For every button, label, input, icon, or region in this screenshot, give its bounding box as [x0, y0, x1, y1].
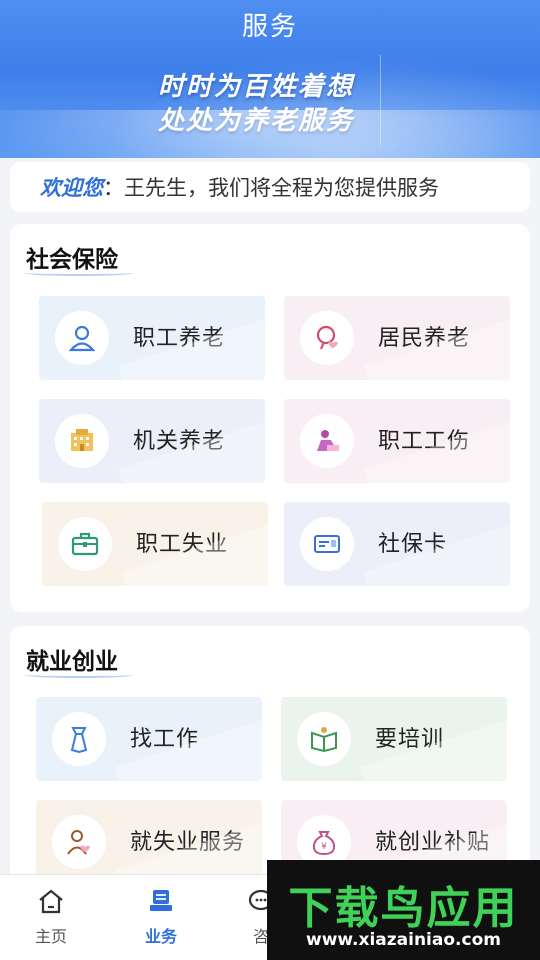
watermark-url: www.xiazainiao.com [306, 930, 501, 950]
tile-label: 就创业补贴 [375, 829, 491, 855]
section-title: 就业创业 [26, 649, 118, 675]
tile-find-job[interactable]: 找工作 [36, 697, 262, 781]
title-underline [24, 672, 134, 678]
welcome-bar: 欢迎您 ：王先生，我们将全程为您提供服务 [10, 162, 530, 212]
employment-section: 就业创业 找工作 要培训 就失业服务 ¥ 就创业补贴 [10, 626, 530, 886]
book-icon [297, 712, 351, 766]
title-underline [24, 270, 134, 276]
tile-label: 找工作 [130, 726, 200, 752]
tile-label: 居民养老 [378, 325, 471, 351]
worker-icon [52, 815, 106, 869]
page-title: 服务 [241, 12, 298, 42]
nav-home[interactable]: 主页 [6, 885, 96, 947]
tile-label: 要培训 [375, 726, 445, 752]
nav-label: 主页 [34, 927, 67, 946]
injury-icon [300, 414, 354, 468]
nav-business[interactable]: 业务 [116, 885, 206, 947]
slogan-line-2: 处处为养老服务 [158, 106, 355, 136]
slogan-line-1: 时时为百姓着想 [158, 72, 355, 102]
business-icon [116, 885, 206, 917]
welcome-greeting: 欢迎您 [40, 176, 103, 200]
watermark: 下载鸟应用 www.xiazainiao.com [267, 860, 540, 960]
tile-work-injury[interactable]: 职工工伤 [284, 399, 510, 483]
header-banner: 服务 时时为百姓着想 处处为养老服务 [0, 0, 540, 158]
tile-employee-pension[interactable]: 职工养老 [39, 296, 265, 380]
section-title: 社会保险 [26, 247, 118, 273]
tile-employment-services[interactable]: 就失业服务 [36, 800, 262, 884]
briefcase-icon [58, 517, 112, 571]
social-insurance-section: 社会保险 职工养老 居民养老 机关养老 职工工伤 职工失业 社保卡 [10, 224, 530, 612]
tile-label: 职工养老 [133, 325, 226, 351]
card-icon [300, 517, 354, 571]
tile-training[interactable]: 要培训 [281, 697, 507, 781]
welcome-message: ：王先生，我们将全程为您提供服务 [103, 176, 439, 200]
building-icon [55, 414, 109, 468]
tile-social-security-card[interactable]: 社保卡 [284, 502, 510, 586]
tile-label: 机关养老 [133, 428, 226, 454]
elder-care-icon [300, 311, 354, 365]
home-icon [6, 885, 96, 917]
svg-text:¥: ¥ [321, 842, 327, 852]
banner-decoration [380, 55, 430, 145]
tile-government-pension[interactable]: 机关养老 [39, 399, 265, 483]
watermark-logo: 下载鸟应用 [288, 883, 519, 934]
person-icon [55, 311, 109, 365]
tile-label: 职工工伤 [378, 428, 471, 454]
nav-label: 业务 [144, 927, 177, 946]
tile-label: 职工失业 [136, 531, 229, 557]
tile-resident-pension[interactable]: 居民养老 [284, 296, 510, 380]
tie-icon [52, 712, 106, 766]
tile-label: 社保卡 [378, 531, 448, 557]
tile-label: 就失业服务 [130, 829, 246, 855]
tile-unemployment[interactable]: 职工失业 [42, 502, 268, 586]
